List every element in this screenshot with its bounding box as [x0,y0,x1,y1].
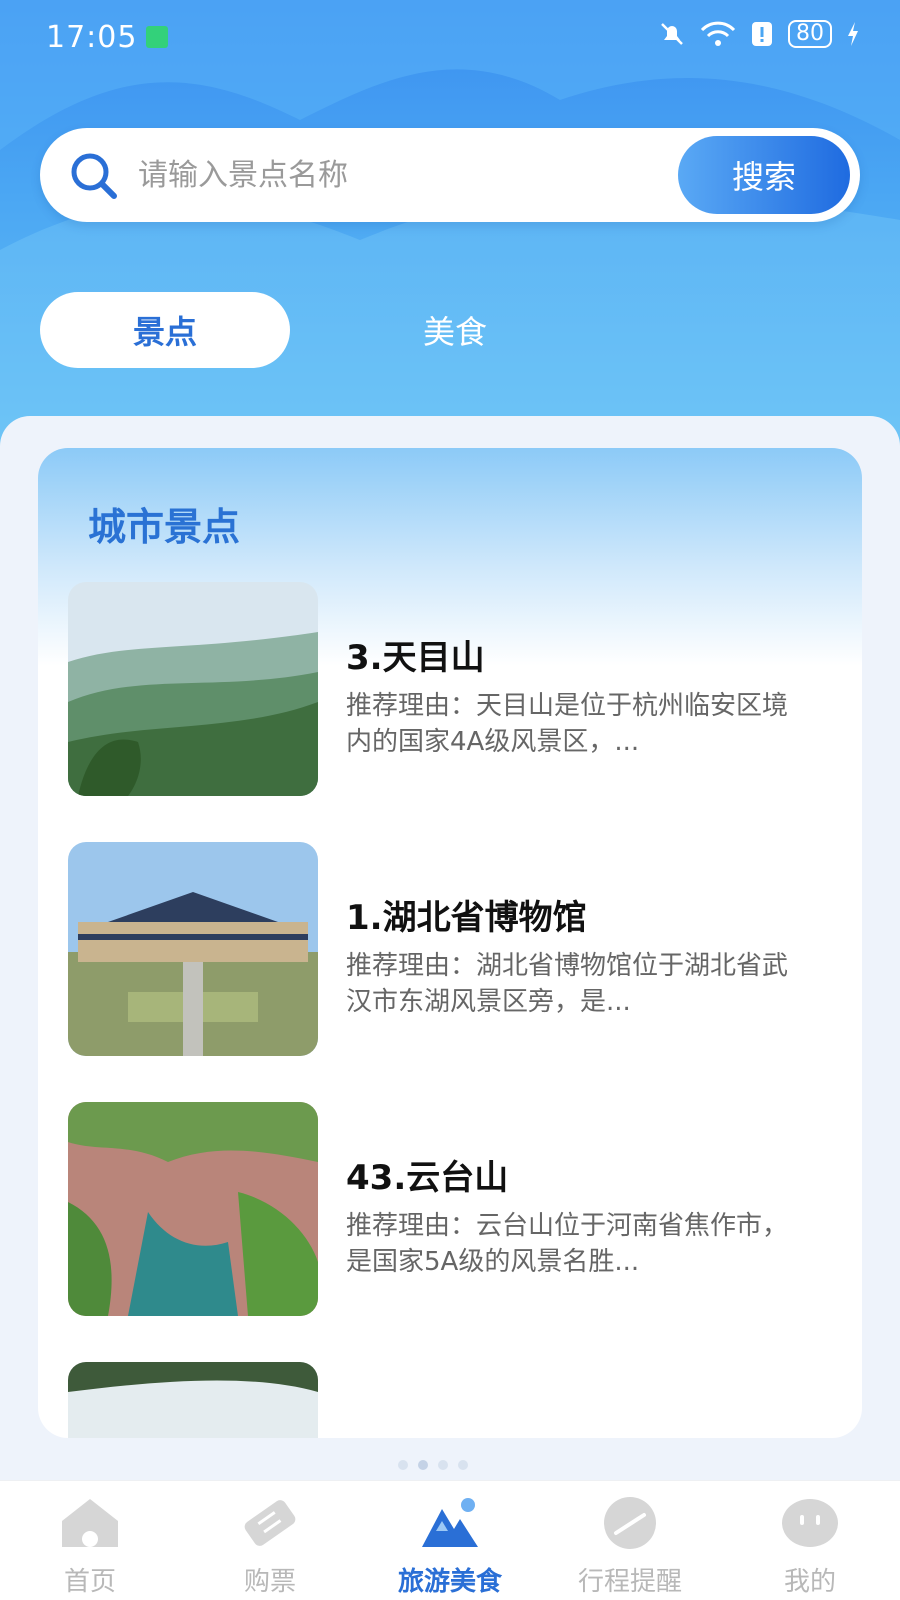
nav-label: 购票 [243,1567,296,1597]
nav-label: 行程提醒 [577,1567,682,1597]
nav-home[interactable]: 首页 [0,1481,180,1600]
list-item[interactable]: 43.云台山 推荐理由：云台山位于河南省焦作市，是国家5A级的风景名胜... [68,1102,828,1316]
search-input[interactable] [138,146,658,204]
attraction-image [68,1102,318,1316]
attraction-desc: 推荐理由：湖北省博物馆位于湖北省武汉市东湖风景区旁，是... [346,951,789,1017]
battery-level: 80 [788,20,832,48]
alert-icon [752,22,772,46]
attractions-card: 城市景点 3.天目山 推荐理由：天目山是位于杭州临安区境内的国家4A级风景区，.… [38,448,862,1438]
attraction-image [68,582,318,796]
attraction-title: 1.湖北省博物馆 [346,898,587,938]
page-indicator [398,1460,468,1470]
home-icon [62,1499,118,1547]
section-title: 城市景点 [88,505,241,549]
list-item[interactable]: 3.天目山 推荐理由：天目山是位于杭州临安区境内的国家4A级风景区，... [68,582,828,796]
hourglass-icon [146,26,168,48]
list-item[interactable] [68,1362,828,1438]
nav-profile[interactable]: 我的 [720,1481,900,1600]
nav-label: 我的 [783,1567,836,1597]
attraction-title: 43.云台山 [346,1158,509,1198]
bottom-nav: 首页 购票 旅游美食 行程提醒 我的 [0,1480,900,1600]
tab-food[interactable]: 美食 [330,292,580,368]
list-item[interactable]: 1.湖北省博物馆 推荐理由：湖北省博物馆位于湖北省武汉市东湖风景区旁，是... [68,842,828,1056]
attraction-desc: 推荐理由：云台山位于河南省焦作市，是国家5A级的风景名胜... [346,1211,789,1277]
status-bar: 17:05 80 [0,0,900,72]
attraction-image [68,1362,318,1438]
ticket-icon [244,1500,296,1546]
profile-icon [782,1499,838,1547]
nav-label: 首页 [63,1567,116,1597]
charging-icon [848,22,858,46]
attraction-image [68,842,318,1056]
search-button[interactable]: 搜索 [678,136,850,214]
nav-reminder[interactable]: 行程提醒 [540,1481,720,1600]
wifi-icon [700,21,736,46]
attraction-title: 3.天目山 [346,638,485,678]
search-icon [71,153,117,199]
mute-bell-icon [661,23,683,45]
nav-label: 旅游美食 [397,1567,502,1597]
nav-tickets[interactable]: 购票 [180,1481,360,1600]
status-time: 17:05 [46,20,138,55]
tab-attractions[interactable]: 景点 [40,292,290,368]
attraction-desc: 推荐理由：天目山是位于杭州临安区境内的国家4A级风景区，... [346,691,789,757]
mountain-icon [422,1498,478,1547]
nav-travel-food[interactable]: 旅游美食 [360,1481,540,1600]
search-bar: 搜索 [40,128,860,222]
reminder-icon [604,1497,656,1549]
